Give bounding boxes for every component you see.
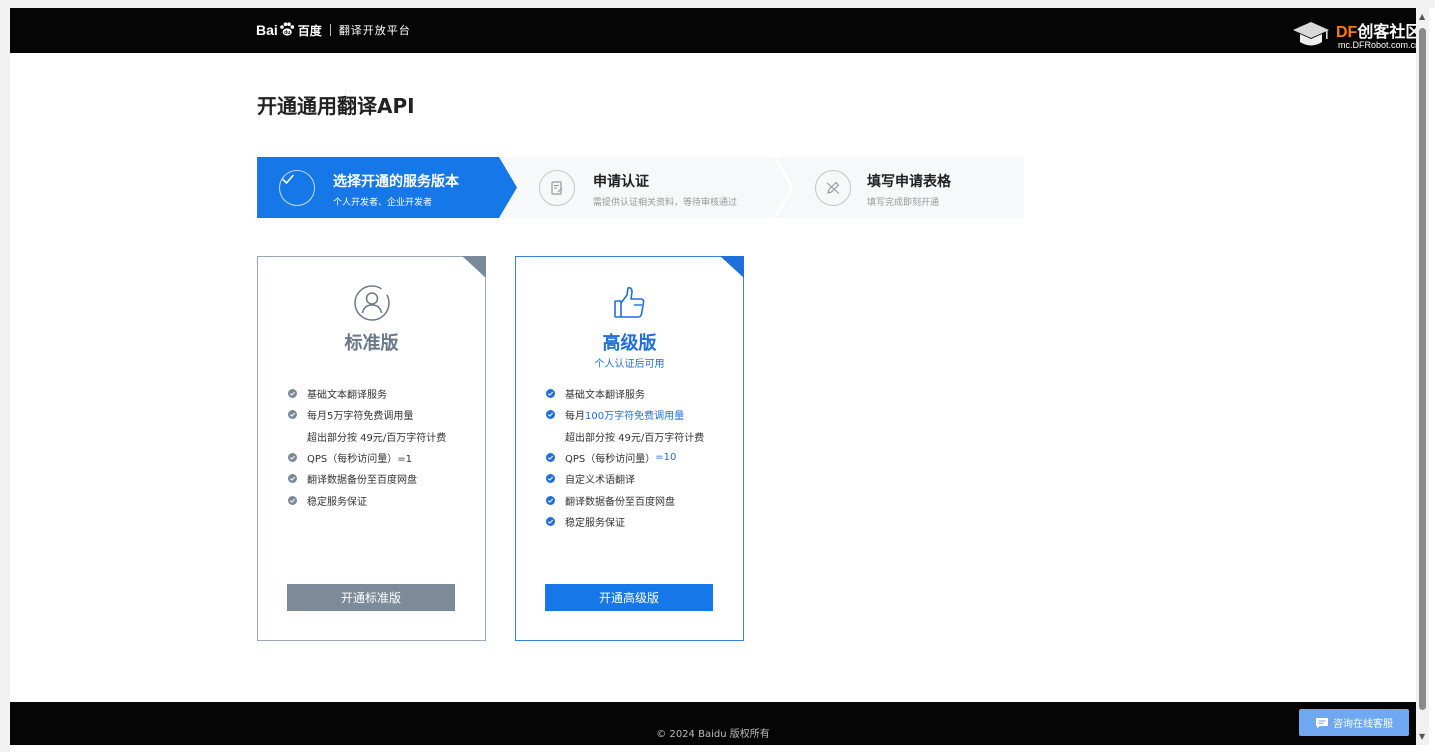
check-bullet-icon (288, 495, 297, 505)
check-bullet-icon (288, 474, 297, 484)
step-fill-form: 填写申请表格 填写完成即刻开通 (775, 157, 1024, 218)
baidu-logo-link[interactable]: Bai du 百度 翻译开放平台 (256, 18, 411, 42)
watermark-cn: 创客社区 (1357, 22, 1422, 41)
feature-text: 稳定服务保证 (307, 496, 367, 508)
feature-text: 每月5万字符免费调用量 (307, 411, 414, 423)
step-subtitle: 个人开发者、企业开发者 (333, 198, 433, 208)
check-bullet-icon (546, 495, 555, 505)
step-doc-circle (539, 170, 575, 206)
feature-item: 基础文本翻译服务 (288, 383, 446, 404)
plan-name: 高级版 (602, 333, 657, 354)
top-header: Bai du 百度 翻译开放平台 DF创客社区 mc.DFRobot.com.c… (10, 8, 1421, 53)
dfrobot-watermark: DF创客社区 mc.DFRobot.com.cn (1292, 16, 1432, 54)
check-bullet-icon (288, 389, 297, 399)
step-title: 申请认证 (593, 174, 649, 190)
feature-highlight: 100万字符免费调用量 (585, 411, 685, 423)
feature-list: 基础文本翻译服务 每月 100万字符免费调用量 超出部分按 49元/百万字符计费 … (546, 383, 704, 532)
feature-item: 自定义术语翻译 (546, 468, 704, 489)
document-edit-icon (551, 181, 563, 195)
feature-item: 翻译数据备份至百度网盘 (288, 468, 446, 489)
step-apply-certification: 申请认证 需提供认证相关资料，等待审核通过 (517, 157, 775, 218)
feature-text: QPS（每秒访问量） (565, 454, 656, 466)
scroll-up-arrow-icon[interactable]: ▲ (1419, 12, 1425, 21)
plan-note: 个人认证后可用 (594, 359, 665, 370)
logo-divider (329, 24, 331, 36)
step-subtitle: 需提供认证相关资料，等待审核通过 (593, 198, 738, 208)
step-title: 选择开通的服务版本 (333, 174, 459, 190)
thumbs-up-icon (613, 287, 644, 318)
feature-text: 翻译数据备份至百度网盘 (565, 496, 675, 508)
product-title: 翻译开放平台 (338, 24, 411, 37)
step-subtitle: 填写完成即刻开通 (867, 198, 940, 208)
feature-text: 自定义术语翻译 (565, 475, 635, 487)
copyright-text: © 2024 Baidu 版权所有 (656, 729, 770, 740)
feature-subitem: 超出部分按 49元/百万字符计费 (546, 426, 704, 447)
online-support-label: 咨询在线客服 (1333, 719, 1393, 730)
feature-text: 基础文本翻译服务 (307, 390, 387, 402)
user-icon (353, 285, 390, 321)
feature-highlight: =10 (655, 452, 677, 464)
plan-card-standard: 标准版 基础文本翻译服务 每月5万字符免费调用量 超出部分按 49元/百万字符计… (257, 256, 486, 641)
baidu-logo: Bai du 百度 (256, 22, 322, 39)
progress-steps: 选择开通的服务版本 个人开发者、企业开发者 申请认证 需提供认证相关资料，等待审… (257, 157, 1024, 218)
feature-text: 基础文本翻译服务 (565, 390, 645, 402)
feature-item: 每月 100万字符免费调用量 (546, 404, 704, 425)
watermark-brand: DF创客社区 (1336, 18, 1421, 42)
activate-premium-button[interactable]: 开通高级版 (545, 584, 713, 611)
feature-item: QPS（每秒访问量） =10 (546, 447, 704, 468)
card-corner-fold (720, 256, 744, 278)
feature-list: 基础文本翻译服务 每月5万字符免费调用量 超出部分按 49元/百万字符计费 QP… (288, 383, 446, 511)
logo-cn: 百度 (297, 23, 322, 38)
page-title: 开通通用翻译API (257, 94, 415, 118)
logo-du: du (284, 30, 290, 36)
feature-text: 超出部分按 49元/百万字符计费 (307, 432, 447, 444)
check-bullet-icon (288, 453, 297, 463)
feature-text: 每月 (565, 411, 585, 423)
scroll-thumb[interactable] (1419, 28, 1426, 710)
feature-text: 稳定服务保证 (565, 517, 625, 529)
check-bullet-icon (546, 410, 555, 420)
feature-item: 基础文本翻译服务 (546, 383, 704, 404)
card-corner-fold (462, 256, 486, 278)
feature-text: QPS（每秒访问量）=1 (307, 454, 412, 466)
watermark-url: mc.DFRobot.com.cn (1338, 40, 1421, 50)
check-bullet-icon (288, 410, 297, 420)
check-bullet-icon (546, 389, 555, 399)
page-footer: © 2024 Baidu 版权所有 咨询在线客服 (10, 702, 1416, 745)
step-title: 填写申请表格 (867, 174, 951, 190)
mortarboard-icon (1293, 22, 1329, 46)
feature-item: QPS（每秒访问量）=1 (288, 447, 446, 468)
plan-name: 标准版 (344, 333, 399, 354)
check-bullet-icon (546, 516, 555, 526)
check-icon (282, 174, 294, 184)
step-select-version: 选择开通的服务版本 个人开发者、企业开发者 (257, 157, 517, 218)
plan-card-premium: 高级版 个人认证后可用 基础文本翻译服务 每月 100万字符免费调用量 超出部分按… (515, 256, 744, 641)
paw-icon: du (279, 22, 294, 36)
activate-standard-button[interactable]: 开通标准版 (287, 584, 455, 611)
check-bullet-icon (546, 453, 555, 463)
step-pen-circle (815, 170, 851, 206)
watermark-df: DF (1336, 24, 1358, 41)
vertical-scrollbar[interactable]: ▲ ▼ (1416, 8, 1429, 745)
window-edge (0, 0, 10, 752)
feature-item: 稳定服务保证 (288, 489, 446, 510)
page-frame: Bai du 百度 翻译开放平台 DF创客社区 mc.DFRobot.com.c… (0, 0, 1435, 752)
feature-text: 翻译数据备份至百度网盘 (307, 475, 417, 487)
feature-item: 每月5万字符免费调用量 (288, 404, 446, 425)
step-check-circle (279, 170, 315, 206)
check-bullet-icon (546, 474, 555, 484)
feature-item: 稳定服务保证 (546, 511, 704, 532)
scroll-down-arrow-icon[interactable]: ▼ (1419, 732, 1425, 741)
logo-latin: Bai (256, 22, 278, 38)
chat-bubble-icon (1316, 717, 1328, 728)
feature-item: 翻译数据备份至百度网盘 (546, 489, 704, 510)
feature-text: 超出部分按 49元/百万字符计费 (565, 432, 705, 444)
online-support-button[interactable]: 咨询在线客服 (1299, 709, 1409, 736)
feature-subitem: 超出部分按 49元/百万字符计费 (288, 426, 446, 447)
window-edge (0, 0, 1435, 8)
pencil-icon (826, 181, 840, 194)
